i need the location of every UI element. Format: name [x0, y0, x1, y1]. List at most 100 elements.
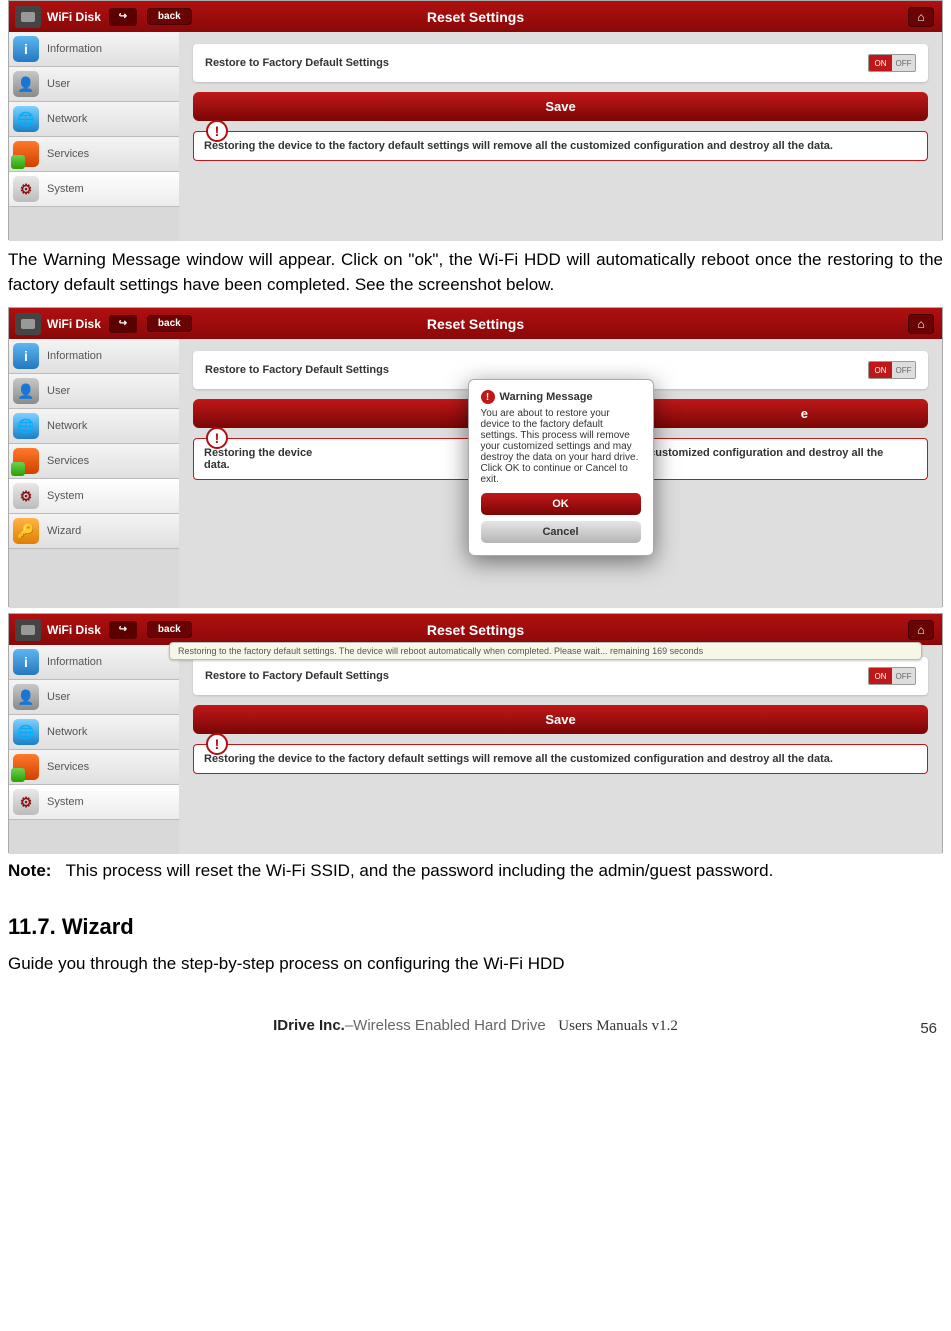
warning-text: Restoring the device to the factory defa…	[204, 753, 833, 765]
save-button[interactable]: Save	[193, 705, 928, 734]
toggle-off-label: OFF	[892, 362, 915, 378]
factory-reset-toggle[interactable]: ON OFF	[868, 361, 916, 379]
sidebar-item-services[interactable]: Services	[9, 444, 179, 479]
info-icon: i	[13, 343, 39, 369]
sidebar-item-network[interactable]: 🌐 Network	[9, 409, 179, 444]
alert-icon: !	[481, 390, 495, 404]
section-body: Guide you through the step-by-step proce…	[8, 952, 943, 977]
progress-tooltip: Restoring to the factory default setting…	[169, 642, 922, 660]
wizard-icon: 🔑	[13, 518, 39, 544]
sidebar-item-system[interactable]: ⚙ System	[9, 479, 179, 514]
sidebar-item-services[interactable]: Services	[9, 137, 179, 172]
sidebar-item-label: Services	[47, 455, 89, 467]
services-icon	[13, 754, 39, 780]
services-icon	[13, 448, 39, 474]
panel-label: Restore to Factory Default Settings	[205, 670, 389, 682]
panel-label: Restore to Factory Default Settings	[205, 364, 389, 376]
screenshot-1: WiFi Disk ↪ back Reset Settings ⌂ iInfor…	[8, 0, 943, 240]
sidebar-item-wizard[interactable]: 🔑 Wizard	[9, 514, 179, 549]
page-number: 56	[920, 1020, 937, 1037]
section-heading: 11.7. Wizard	[8, 914, 943, 940]
doc-paragraph-1: The Warning Message window will appear. …	[8, 248, 943, 297]
info-icon: i	[13, 649, 39, 675]
warning-panel: ! Restoring the device to the factory de…	[193, 744, 928, 774]
doc-note: Note: This process will reset the Wi-Fi …	[8, 859, 943, 884]
globe-icon: 🌐	[13, 413, 39, 439]
sidebar-item-label: System	[47, 490, 84, 502]
save-button[interactable]: Save	[193, 92, 928, 121]
globe-icon: 🌐	[13, 106, 39, 132]
modal-cancel-button[interactable]: Cancel	[481, 521, 641, 543]
toggle-on-label: ON	[869, 668, 892, 684]
app-topbar: WiFi Disk ↪ back Reset Settings ⌂	[9, 614, 942, 645]
globe-icon: 🌐	[13, 719, 39, 745]
toggle-off-label: OFF	[892, 55, 915, 71]
sidebar-item-user[interactable]: 👤 User	[9, 680, 179, 715]
screen-title: Reset Settings	[9, 622, 942, 638]
content-area: Restore to Factory Default Settings ON O…	[179, 645, 942, 854]
sidebar-item-user[interactable]: 👤 User	[9, 374, 179, 409]
sidebar-item-information[interactable]: iInformation	[9, 32, 179, 67]
app-topbar: WiFi Disk ↪ back Reset Settings ⌂	[9, 1, 942, 32]
gear-icon: ⚙	[13, 176, 39, 202]
modal-ok-button[interactable]: OK	[481, 493, 641, 515]
warning-text-line2: data.	[204, 459, 230, 471]
sidebar: i Information 👤 User 🌐 Network Services ⚙ Sy…	[9, 645, 179, 854]
sidebar-item-label: System	[47, 183, 84, 195]
gear-icon: ⚙	[13, 483, 39, 509]
screen-title: Reset Settings	[9, 9, 942, 25]
content-area: Restore to Factory Default Settings ON O…	[179, 32, 942, 241]
sidebar-item-label: Services	[47, 761, 89, 773]
sidebar-item-label: Network	[47, 420, 87, 432]
page-footer: IDrive Inc.–Wireless Enabled Hard Drive …	[8, 1017, 943, 1043]
sidebar-item-label: Wizard	[47, 525, 81, 537]
user-icon: 👤	[13, 684, 39, 710]
factory-reset-toggle[interactable]: ON OFF	[868, 54, 916, 72]
sidebar-item-label: User	[47, 78, 70, 90]
sidebar-item-label: User	[47, 385, 70, 397]
sidebar-item-label: Services	[47, 148, 89, 160]
sidebar-item-label: Network	[47, 726, 87, 738]
sidebar-item-network[interactable]: 🌐Network	[9, 102, 179, 137]
sidebar-item-label: System	[47, 796, 84, 808]
sidebar-item-label: Information	[47, 656, 102, 668]
settings-panel: Restore to Factory Default Settings ON O…	[193, 44, 928, 82]
sidebar-item-information[interactable]: i Information	[9, 339, 179, 374]
sidebar-item-user[interactable]: 👤 User	[9, 67, 179, 102]
sidebar-item-services[interactable]: Services	[9, 750, 179, 785]
screenshot-3: WiFi Disk ↪ back Reset Settings ⌂ Restor…	[8, 613, 943, 853]
home-button[interactable]: ⌂	[908, 314, 934, 334]
home-button[interactable]: ⌂	[908, 620, 934, 640]
screen-title: Reset Settings	[9, 316, 942, 332]
sidebar-item-system[interactable]: ⚙ System	[9, 785, 179, 820]
screenshot-2: WiFi Disk ↪ back Reset Settings ⌂ i Infor…	[8, 307, 943, 607]
services-icon	[13, 141, 39, 167]
note-label: Note:	[8, 861, 51, 880]
settings-panel: Restore to Factory Default Settings ON O…	[193, 657, 928, 695]
sidebar-item-network[interactable]: 🌐 Network	[9, 715, 179, 750]
toggle-on-label: ON	[869, 362, 892, 378]
home-button[interactable]: ⌂	[908, 7, 934, 27]
sidebar-item-system[interactable]: ⚙ System	[9, 172, 179, 207]
modal-body: You are about to restore your device to …	[481, 408, 641, 485]
info-icon: i	[13, 36, 39, 62]
warning-icon: !	[206, 427, 228, 449]
modal-title: !Warning Message	[481, 390, 641, 404]
warning-text-left: Restoring the device	[204, 447, 312, 459]
factory-reset-toggle[interactable]: ON OFF	[868, 667, 916, 685]
app-topbar: WiFi Disk ↪ back Reset Settings ⌂	[9, 308, 942, 339]
toggle-on-label: ON	[869, 55, 892, 71]
sidebar-item-label: Information	[47, 350, 102, 362]
user-icon: 👤	[13, 71, 39, 97]
sidebar-item-label: User	[47, 691, 70, 703]
toggle-off-label: OFF	[892, 668, 915, 684]
gear-icon: ⚙	[13, 789, 39, 815]
sidebar: i Information 👤 User 🌐 Network Services ⚙ Sy…	[9, 339, 179, 608]
warning-modal: !Warning Message You are about to restor…	[468, 379, 654, 556]
sidebar-item-information[interactable]: i Information	[9, 645, 179, 680]
footer-product: –Wireless Enabled Hard Drive	[345, 1017, 546, 1034]
user-icon: 👤	[13, 378, 39, 404]
warning-text: Restoring the device to the factory defa…	[204, 140, 833, 152]
panel-label: Restore to Factory Default Settings	[205, 57, 389, 69]
warning-icon: !	[206, 120, 228, 142]
